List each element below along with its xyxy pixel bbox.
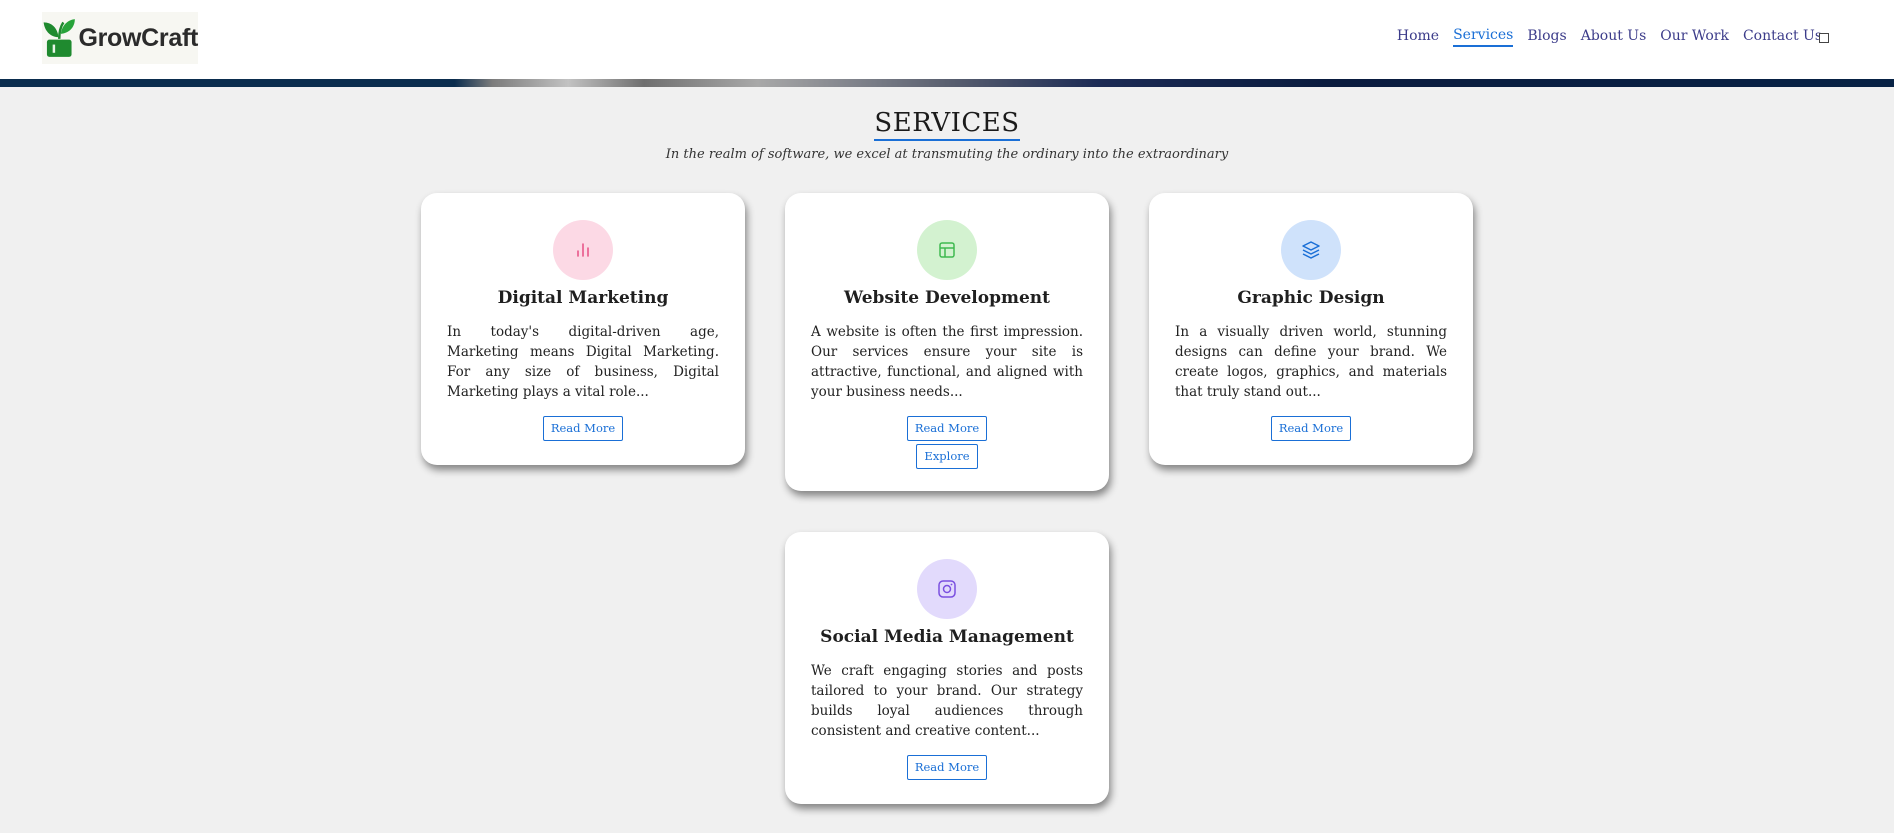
service-card-graphic-design: Graphic Design In a visually driven worl… bbox=[1149, 193, 1473, 465]
layout-icon bbox=[939, 242, 955, 258]
card-title: Digital Marketing bbox=[497, 288, 669, 308]
section-title-wrap: SERVICES bbox=[0, 108, 1894, 141]
nav-services[interactable]: Services bbox=[1453, 27, 1514, 47]
instagram-icon bbox=[938, 580, 956, 598]
section-title: SERVICES bbox=[874, 108, 1020, 141]
bar-chart-icon bbox=[577, 243, 589, 257]
section-subtitle: In the realm of software, we excel at tr… bbox=[665, 147, 1229, 162]
explore-button[interactable]: Explore bbox=[916, 444, 978, 469]
service-card-website-development: Website Development A website is often t… bbox=[785, 193, 1109, 491]
service-card-digital-marketing: Digital Marketing In today's digital-dri… bbox=[421, 193, 745, 465]
nav-blogs[interactable]: Blogs bbox=[1527, 28, 1566, 46]
icon-circle bbox=[917, 220, 977, 280]
brand-name: GrowCraft bbox=[78, 23, 198, 52]
sprout-icon bbox=[43, 19, 75, 57]
card-title: Social Media Management bbox=[820, 627, 1074, 647]
logo[interactable]: GrowCraft bbox=[42, 12, 198, 64]
card-text: We craft engaging stories and posts tail… bbox=[811, 663, 1083, 739]
card-title: Graphic Design bbox=[1237, 288, 1385, 308]
card-text: In a visually driven world, stunning des… bbox=[1175, 324, 1447, 400]
theme-toggle-checkbox[interactable] bbox=[1819, 33, 1829, 43]
icon-circle bbox=[1281, 220, 1341, 280]
hero-banner-strip bbox=[0, 79, 1894, 87]
icon-circle bbox=[553, 220, 613, 280]
read-more-button[interactable]: Read More bbox=[906, 416, 988, 441]
read-more-button[interactable]: Read More bbox=[906, 755, 988, 780]
read-more-button[interactable]: Read More bbox=[542, 416, 624, 441]
layers-icon bbox=[1302, 241, 1320, 259]
main-nav: Home Services Blogs About Us Our Work Co… bbox=[1397, 27, 1822, 47]
nav-about-us[interactable]: About Us bbox=[1581, 28, 1647, 46]
nav-contact-us[interactable]: Contact Us bbox=[1743, 28, 1822, 46]
site-header: GrowCraft Home Services Blogs About Us O… bbox=[0, 0, 1894, 79]
nav-home[interactable]: Home bbox=[1397, 28, 1439, 46]
card-title: Website Development bbox=[844, 288, 1050, 308]
card-text: A website is often the first impression.… bbox=[811, 324, 1083, 400]
service-card-social-media-management: Social Media Management We craft engagin… bbox=[785, 532, 1109, 804]
card-text: In today's digital-driven age, Marketing… bbox=[447, 324, 719, 400]
nav-our-work[interactable]: Our Work bbox=[1660, 28, 1729, 46]
read-more-button[interactable]: Read More bbox=[1270, 416, 1352, 441]
icon-circle bbox=[917, 559, 977, 619]
